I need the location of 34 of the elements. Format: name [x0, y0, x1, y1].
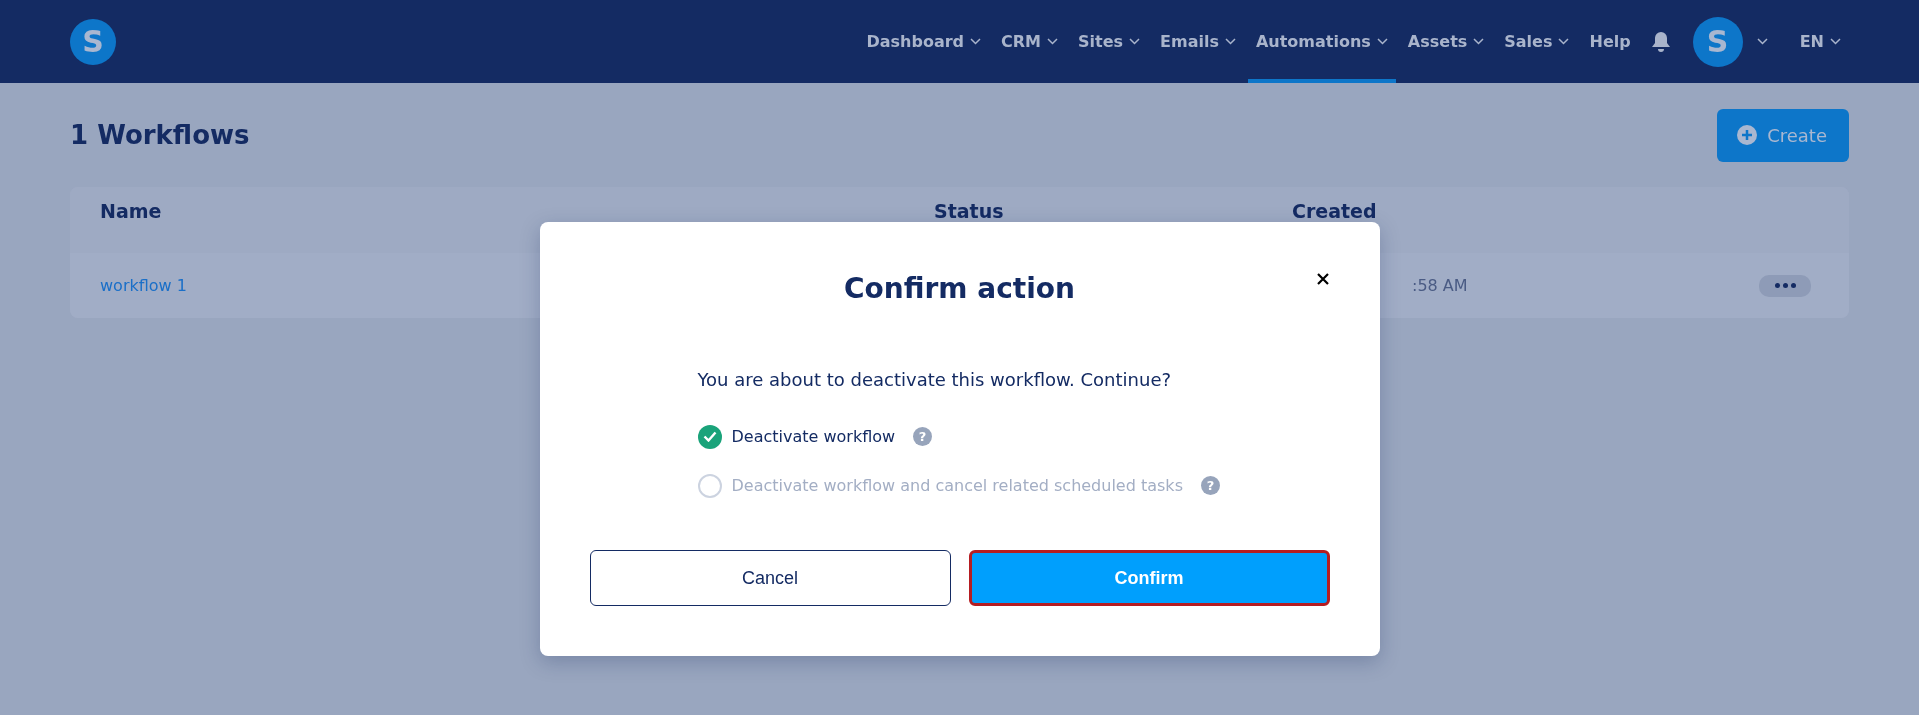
more-button[interactable]: [1759, 274, 1811, 297]
radio-button[interactable]: [697, 473, 722, 498]
more-icon: [1774, 283, 1796, 288]
plus-icon: [1737, 125, 1758, 145]
nav-item[interactable]: Dashboard: [858, 0, 989, 83]
bell-icon[interactable]: [1650, 30, 1671, 53]
column-header: Name: [100, 200, 163, 222]
table-cell: :58 AM: [1412, 276, 1468, 295]
dialog-message: You are about to deactivate this workflow. Continue?: [697, 369, 1173, 390]
column-header: Created: [1292, 200, 1378, 222]
caret-icon: [970, 38, 981, 45]
nav-item[interactable]: Help: [1581, 0, 1639, 83]
nav-item[interactable]: Automations: [1247, 0, 1396, 83]
nav-item[interactable]: Sales: [1496, 0, 1578, 83]
caret-icon: [1224, 38, 1236, 45]
language-selector[interactable]: EN: [1791, 0, 1849, 83]
radio-button[interactable]: [697, 424, 722, 449]
nav-item[interactable]: Sites: [1070, 0, 1149, 83]
caret-icon: [1756, 38, 1768, 45]
column-header: Status: [934, 200, 1005, 222]
caret-icon: [1558, 38, 1570, 45]
page-title: 1 Workflows: [70, 120, 250, 150]
cancel-button[interactable]: Cancel: [589, 550, 951, 606]
nav-item[interactable]: CRM: [993, 0, 1066, 83]
nav-item[interactable]: Emails: [1152, 0, 1244, 83]
caret-icon: [1376, 38, 1388, 45]
option-label[interactable]: Deactivate workflow: [731, 427, 896, 446]
caret-icon: [1047, 38, 1058, 45]
caret-icon: [1473, 38, 1485, 45]
nav-item[interactable]: Assets: [1399, 0, 1493, 83]
caret-icon: [1830, 38, 1841, 45]
dialog-title: Confirm action: [843, 272, 1076, 305]
check-icon: [702, 431, 717, 442]
caret-icon: [1129, 38, 1141, 45]
